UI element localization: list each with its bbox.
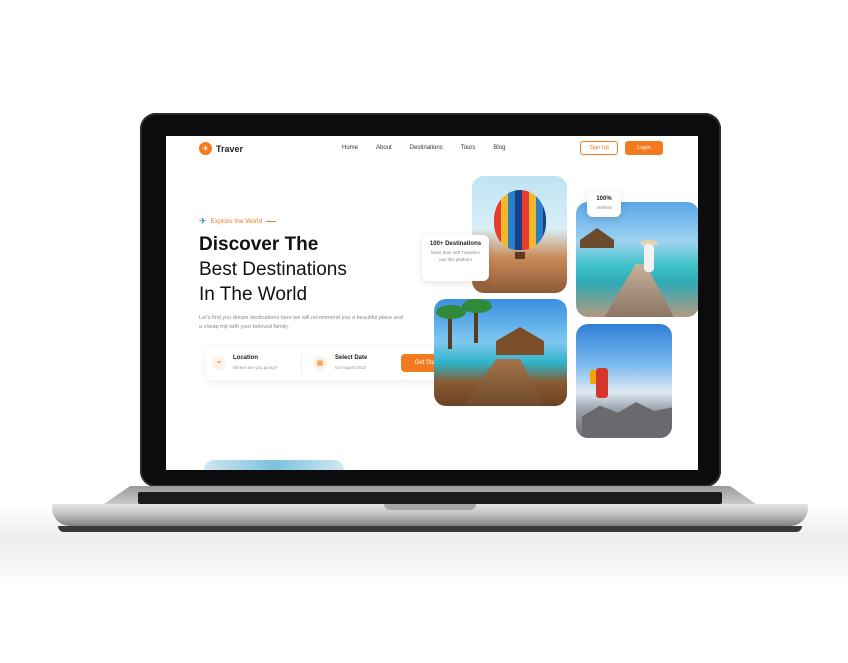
wooden-bridge [464,359,544,406]
palm-leaves [462,299,492,313]
laptop-screen: ✈ Traver Home About Destinations Tours B… [166,136,698,470]
hiker-image [576,324,672,438]
destinations-count: 100+ Destinations [429,241,482,247]
date-value[interactable]: 03 August 2022 [335,365,366,370]
search-bar: ⌖ Location Where are you going? ▦ Select… [206,347,463,380]
tagline-text: Explore the World [210,218,263,225]
laptop-opening-notch [384,504,476,510]
water-hut [580,228,614,248]
brand-name: Traver [216,143,244,154]
location-title[interactable]: Location [233,355,258,361]
nav-links: Home About Destinations Tours Blog [342,145,523,151]
hero-heading: Discover The Best Destinations In The Wo… [199,232,419,307]
mountain-rocks [582,402,672,438]
plane-icon: ✈ [199,216,207,226]
hero-tagline: ✈ Explore the World [199,216,277,227]
plane-logo-icon: ✈ [199,142,212,155]
location-pin-icon: ⌖ [212,356,226,370]
balloon-basket [515,252,525,259]
login-button[interactable]: Login [625,141,663,155]
nav-link-home[interactable]: Home [342,145,358,151]
verified-percent: 100% [596,196,612,202]
pier-image [576,202,698,317]
heading-line-2: Best Destinations [199,259,347,280]
laptop-keyboard [138,492,722,504]
navbar: ✈ Traver Home About Destinations Tours B… [166,136,698,162]
heading-line-1: Discover The [199,234,319,255]
laptop-foot [58,526,802,532]
bungalow [496,327,544,355]
next-section-image [204,460,344,470]
traveler-figure [644,244,654,272]
signup-button[interactable]: Sign Up [580,141,618,155]
hero-description: Let's find you dream destinations here w… [199,315,403,330]
nav-link-destinations[interactable]: Destinations [410,145,443,151]
date-title[interactable]: Select Date [335,355,367,361]
destinations-badge: 100+ Destinations More than 100 Traveler… [422,235,489,281]
nav-link-blog[interactable]: Blog [493,145,505,151]
search-divider [301,355,302,373]
tagline-divider [266,221,277,222]
nav-link-tours[interactable]: Tours [461,145,476,151]
verified-label: Verified [596,205,612,210]
verified-badge: 100% Verified [587,191,621,217]
heading-line-3: In The World [199,284,308,305]
brand-logo[interactable]: ✈ Traver [199,142,243,155]
location-placeholder[interactable]: Where are you going? [233,365,277,370]
hiker-figure [596,368,608,398]
nav-link-about[interactable]: About [376,145,392,151]
hot-air-balloon [494,190,546,250]
pier-walkway [604,264,674,317]
destinations-subtext: More than 100 Travelers use this platfor… [431,250,480,262]
tropical-deck-image [434,299,567,406]
calendar-icon: ▦ [313,356,327,370]
